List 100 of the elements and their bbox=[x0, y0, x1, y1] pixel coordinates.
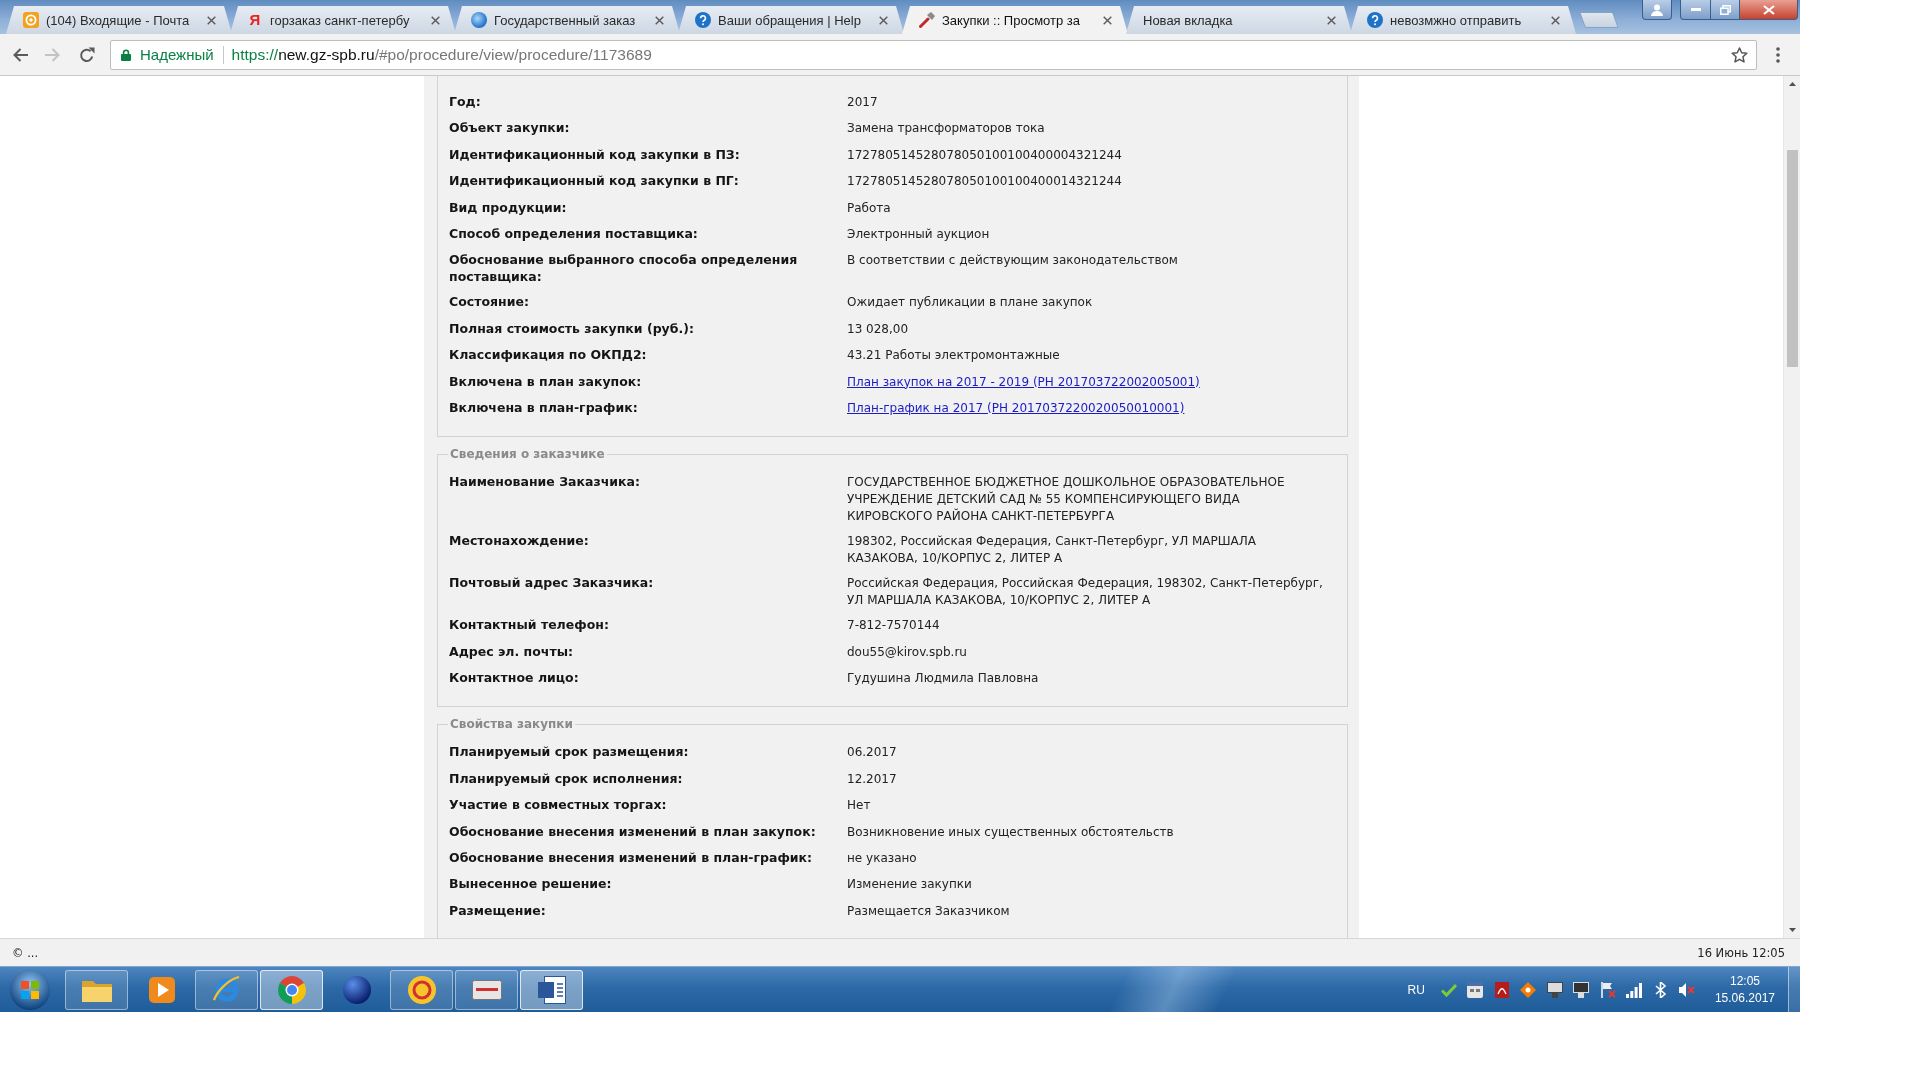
field-label: Обоснование внесения изменений в план закупок: bbox=[449, 823, 816, 839]
scroll-down-icon[interactable] bbox=[1788, 928, 1796, 932]
signal-icon[interactable] bbox=[1626, 981, 1643, 998]
address-bar[interactable]: Надежный https://new.gz-spb.ru/#po/procedure/view/procedure/1173689 bbox=[110, 39, 1757, 70]
person-icon bbox=[1651, 3, 1663, 16]
taskbar-button[interactable] bbox=[65, 969, 128, 1010]
field-label: Состояние: bbox=[449, 294, 529, 310]
field-value: ГОСУДАРСТВЕННОЕ БЮДЖЕТНОЕ ДОШКОЛЬНОЕ ОБРАЗОВАТЕЛЬНОЕ УЧРЕЖДЕНИЕ ДЕТСКИЙ САД № 55 КОМПЕНСИРУЮЩЕГО ВИДА КИРОВСКОГО РАЙОНА САНКТ-ПЕТЕРБУРГА bbox=[847, 475, 1285, 524]
browser-tab[interactable]: Ваши обращения | Help bbox=[678, 6, 904, 34]
field-value: Ожидает публикации в плане закупок bbox=[847, 295, 1093, 310]
reload-icon[interactable] bbox=[79, 46, 95, 63]
help-icon bbox=[695, 12, 711, 28]
field-value: 2017 bbox=[847, 95, 878, 109]
field-label: Обоснование внесения изменений в план-график: bbox=[449, 850, 813, 866]
field-value: 7-812-7570144 bbox=[847, 618, 940, 633]
check-icon[interactable] bbox=[1440, 981, 1457, 998]
field-link[interactable]: План-график на 2017 (РН 2017037220020050010001) bbox=[847, 400, 1185, 415]
menu-icon[interactable] bbox=[1776, 46, 1780, 63]
muted-speaker-icon[interactable] bbox=[1679, 981, 1696, 998]
show-desktop-button[interactable] bbox=[1788, 967, 1800, 1012]
calendar-icon[interactable] bbox=[1467, 981, 1484, 998]
field-value: Работа bbox=[847, 200, 891, 215]
close-window-button[interactable] bbox=[1740, 0, 1798, 20]
taskbar-button[interactable] bbox=[455, 969, 518, 1010]
field-label: Обоснование выбранного способа определения поставщика: bbox=[449, 252, 798, 285]
wheel-icon bbox=[277, 975, 306, 1004]
close-icon[interactable] bbox=[1327, 15, 1336, 25]
diamond-icon[interactable] bbox=[1520, 981, 1537, 998]
document-icon bbox=[537, 975, 566, 1004]
back-icon[interactable] bbox=[12, 47, 28, 62]
field-value: 172780514528078050100100400014321244 bbox=[847, 174, 1122, 189]
star-icon[interactable] bbox=[1731, 46, 1748, 63]
coin-icon bbox=[407, 975, 436, 1004]
browser-tab[interactable]: невозмжно отправить bbox=[1350, 6, 1576, 34]
field-label: Способ определения поставщика: bbox=[449, 225, 698, 241]
lock-icon bbox=[121, 48, 131, 61]
field-value: Возникновение иных существенных обстоятельств bbox=[847, 824, 1174, 839]
restore-icon bbox=[1719, 4, 1731, 15]
scroll-up-icon[interactable] bbox=[1788, 82, 1796, 86]
close-icon[interactable] bbox=[1103, 15, 1112, 25]
field-label: Наименование Заказчика: bbox=[449, 474, 640, 490]
field-value: В соответствии с действующим законодательством bbox=[847, 253, 1178, 268]
flag-icon[interactable] bbox=[1599, 981, 1616, 998]
browser-tab[interactable]: Новая вкладка bbox=[1126, 6, 1352, 34]
taskbar-button[interactable] bbox=[390, 969, 453, 1010]
field-value: Российская Федерация, Российская Федерация, 198302, Санкт-Петербург, УЛ МАРШАЛА КАЗАКОВА, 10/КОРПУС 2, ЛИТЕР А bbox=[847, 576, 1323, 608]
monitor-icon[interactable] bbox=[1573, 981, 1590, 998]
minimize-button[interactable] bbox=[1680, 0, 1711, 20]
profile-button[interactable] bbox=[1642, 0, 1672, 20]
section-title: Сведения о заказчике bbox=[449, 447, 606, 462]
clock-date[interactable]: 15.06.2017 bbox=[1714, 989, 1775, 1007]
letter-icon: Я bbox=[247, 12, 263, 28]
browser-tab[interactable]: Я горзаказ санкт-петербу bbox=[230, 6, 456, 34]
orb-icon[interactable] bbox=[10, 969, 50, 1010]
field-link[interactable]: План закупок на 2017 - 2019 (РН 201703722002005001) bbox=[847, 374, 1200, 389]
device-icon bbox=[471, 979, 502, 1000]
field-value: 43.21 Работы электромонтажные bbox=[847, 348, 1060, 363]
scrollbar[interactable] bbox=[1783, 76, 1800, 938]
field-value: Изменение закупки bbox=[847, 877, 972, 892]
field-label: Идентификационный код закупки в ПЗ: bbox=[449, 146, 740, 162]
field-value: 172780514528078050100100400004321244 bbox=[847, 147, 1122, 162]
status-text: © ... bbox=[12, 945, 39, 960]
monitor-icon[interactable] bbox=[1546, 981, 1563, 998]
close-icon[interactable] bbox=[1551, 15, 1560, 25]
field-label: Идентификационный код закупки в ПГ: bbox=[449, 173, 739, 189]
field-value: 13 028,00 bbox=[847, 321, 909, 336]
field-label: Классификация по ОКПД2: bbox=[449, 347, 647, 363]
field-label: Участие в совместных торгах: bbox=[449, 797, 667, 813]
field-value: Замена трансформаторов тока bbox=[847, 121, 1045, 136]
field-label: Вынесенное решение: bbox=[449, 876, 612, 892]
field-label: Объект закупки: bbox=[449, 120, 570, 136]
close-icon[interactable] bbox=[655, 15, 664, 25]
field-value: dou55@kirov.spb.ru bbox=[847, 644, 967, 659]
field-value: 12.2017 bbox=[847, 771, 897, 786]
browser-tab[interactable]: Государственный заказ bbox=[454, 6, 680, 34]
close-icon[interactable] bbox=[207, 15, 216, 25]
field-value: не указано bbox=[847, 851, 917, 866]
close-icon bbox=[1762, 4, 1775, 15]
close-icon[interactable] bbox=[431, 15, 440, 25]
field-value: Размещается Заказчиком bbox=[847, 903, 1010, 918]
clock-time[interactable]: 12:05 bbox=[1729, 972, 1760, 990]
scrollbar-thumb[interactable] bbox=[1786, 150, 1798, 367]
minimize-icon bbox=[1690, 8, 1701, 11]
security-label: Надежный bbox=[140, 46, 214, 63]
close-icon[interactable] bbox=[879, 15, 888, 25]
browser-tab[interactable]: (104) Входящие - Почта bbox=[6, 6, 232, 34]
hammer-icon bbox=[919, 12, 935, 28]
field-label: Планируемый срок размещения: bbox=[449, 744, 689, 760]
taskbar-button[interactable] bbox=[520, 969, 583, 1010]
help-icon bbox=[1367, 12, 1383, 28]
language-indicator[interactable]: RU bbox=[1407, 982, 1425, 997]
taskbar-button[interactable] bbox=[260, 969, 323, 1010]
orbit-icon bbox=[212, 975, 241, 1004]
field-label: Контактное лицо: bbox=[449, 670, 579, 686]
browser-tab[interactable]: Закупки :: Просмотр за bbox=[902, 6, 1128, 34]
document-icon[interactable] bbox=[1493, 981, 1510, 998]
field-label: Адрес эл. почты: bbox=[449, 643, 573, 659]
restore-button[interactable] bbox=[1711, 0, 1740, 20]
field-label: Включена в план-график: bbox=[449, 399, 638, 415]
field-label: Почтовый адрес Заказчика: bbox=[449, 575, 654, 591]
